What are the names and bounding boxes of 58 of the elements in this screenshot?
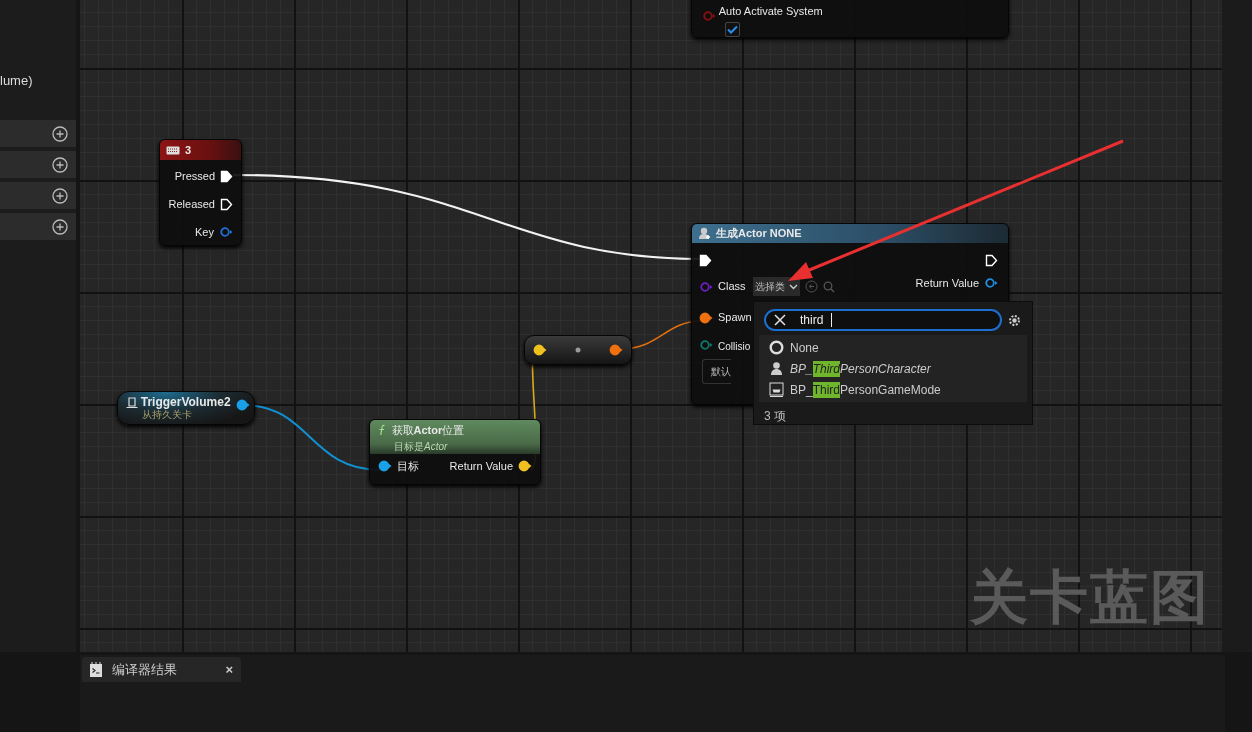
- graph-node[interactable]: Auto Activate System: [691, 0, 1009, 38]
- pin-label: Auto Activate System: [718, 4, 823, 19]
- result-count: 3 项: [763, 408, 786, 425]
- exec-pin-icon[interactable]: [220, 169, 233, 183]
- pin-label: Key: [195, 224, 214, 240]
- reroute-node[interactable]: [524, 335, 632, 365]
- data-pin-icon[interactable]: [699, 311, 713, 324]
- data-pin-icon[interactable]: [609, 344, 623, 356]
- pin-label: Return Value: [449, 459, 513, 474]
- add-icon[interactable]: [52, 218, 68, 235]
- chevron-down-icon: [788, 283, 798, 290]
- collision-dropdown[interactable]: 默认: [702, 359, 731, 384]
- node-title: TriggerVolume2: [140, 395, 231, 410]
- person-icon: [769, 361, 784, 376]
- pin-label: Return Value: [915, 275, 979, 291]
- pin-label: Pressed: [174, 168, 215, 184]
- console-icon: [90, 662, 102, 677]
- add-icon[interactable]: [52, 187, 68, 204]
- pin-label: Collisio: [718, 340, 751, 354]
- search-field[interactable]: third: [764, 309, 1002, 331]
- check-icon: [726, 24, 738, 34]
- actor-reference-node[interactable]: TriggerVolume2 从持久关卡: [117, 391, 255, 425]
- actor-icon: [698, 227, 711, 240]
- data-pin-icon[interactable]: [236, 399, 250, 411]
- node-title: 获取Actor位置: [391, 423, 465, 438]
- search-icon[interactable]: [822, 280, 835, 293]
- exec-pin-icon[interactable]: [699, 253, 712, 267]
- close-button[interactable]: ×: [225, 659, 233, 680]
- data-pin-icon[interactable]: [518, 460, 532, 473]
- add-icon[interactable]: [52, 156, 68, 173]
- data-pin-icon[interactable]: [378, 460, 392, 473]
- node-title: 3: [185, 142, 192, 158]
- checkbox[interactable]: [724, 21, 740, 37]
- dot-icon: [575, 347, 581, 353]
- graph-node[interactable]: 3 Pressed Released Key: [159, 139, 242, 246]
- node-title: 生成Actor NONE: [716, 226, 802, 242]
- class-dropdown[interactable]: 选择类: [752, 277, 800, 296]
- function-node[interactable]: 获取Actor位置 目标是Actor 目标 Return Value: [369, 419, 541, 485]
- add-icon[interactable]: [52, 125, 68, 142]
- pin-label: 目标: [397, 459, 419, 474]
- data-pin-icon[interactable]: [984, 277, 998, 289]
- panel-text: lume): [0, 72, 33, 90]
- data-pin-icon[interactable]: [533, 344, 547, 356]
- node-subtitle: 从持久关卡: [142, 409, 192, 421]
- panel-tab[interactable]: 编译器结果 ×: [82, 657, 241, 682]
- search-text: third: [800, 312, 824, 329]
- exec-pin-icon[interactable]: [220, 197, 233, 211]
- function-icon: [378, 424, 386, 437]
- pin-label: Spawn: [718, 310, 752, 326]
- close-icon[interactable]: [774, 314, 786, 326]
- pin-label: Class: [718, 279, 746, 295]
- circle-icon: [769, 340, 784, 355]
- keyboard-icon: [166, 145, 180, 155]
- exec-pin-icon[interactable]: [985, 253, 998, 267]
- pin-label: Released: [168, 196, 215, 212]
- tab-label: 编译器结果: [112, 660, 177, 679]
- settings-icon[interactable]: [1007, 312, 1022, 328]
- node-subtitle: 目标是Actor: [393, 439, 449, 454]
